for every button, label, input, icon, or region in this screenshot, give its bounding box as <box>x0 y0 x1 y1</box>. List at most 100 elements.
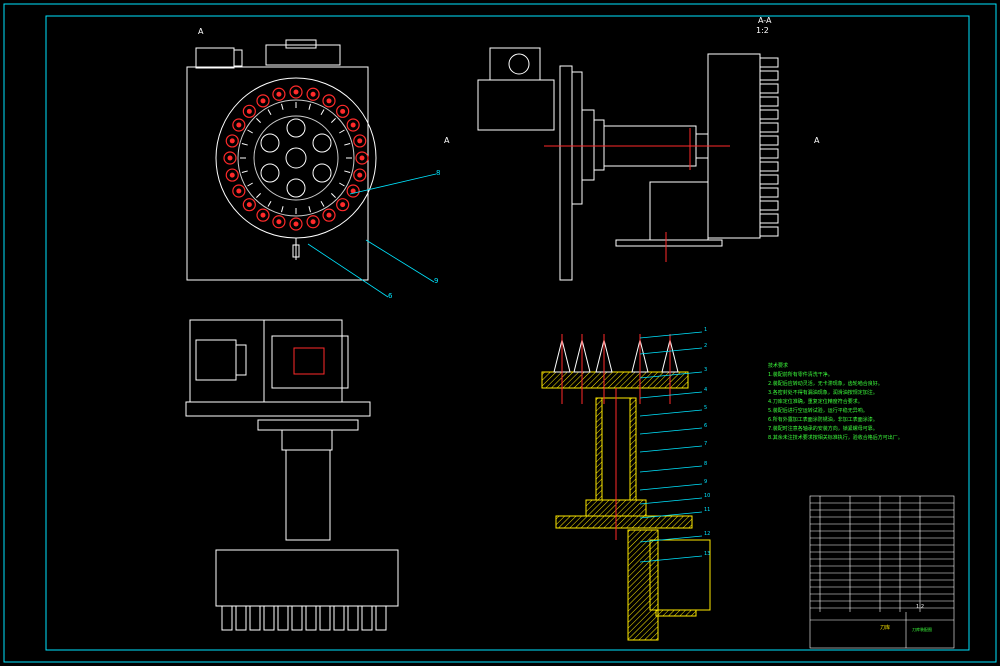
tool-holder <box>759 135 779 146</box>
section-leader <box>639 497 703 505</box>
tool-holder <box>759 200 779 211</box>
pocket-slot <box>267 109 272 115</box>
pocket-slot <box>241 170 248 173</box>
pocket-slot <box>281 103 284 110</box>
tool-holder <box>759 174 779 185</box>
pocket-slot <box>331 193 336 198</box>
note-line: 2.装配后应转动灵活，无卡滞现象，齿轮啮合良好。 <box>768 381 883 387</box>
tool-holder <box>759 96 779 107</box>
section-callout-number: 13 <box>704 551 711 557</box>
technical-notes: 技术要求 1.装配前所有零件清洗干净。 2.装配后应转动灵活，无卡滞现象，齿轮啮… <box>768 362 903 443</box>
tool-pocket-core <box>357 138 363 144</box>
section-callout-number: 8 <box>704 461 708 467</box>
section-view <box>541 371 711 641</box>
tool-holder <box>759 83 779 94</box>
tool-pocket-core <box>293 89 299 95</box>
section-leader <box>639 427 703 435</box>
tool-pocket-core <box>260 212 266 218</box>
tool-shank <box>249 605 261 631</box>
tool-pocket-core <box>340 202 346 208</box>
section-leader <box>639 409 703 417</box>
note-line: 1.装配前所有零件清洗干净。 <box>768 372 833 378</box>
tool-holder <box>759 70 779 81</box>
section-leader <box>639 483 703 491</box>
tool-holder <box>759 57 779 68</box>
title-block-scale: 1:2 <box>916 604 925 610</box>
section-callout-number: 6 <box>704 423 708 429</box>
pocket-slot <box>344 143 351 146</box>
tool-shank <box>361 605 373 631</box>
section-leader <box>639 331 703 339</box>
tool-pocket-core <box>260 98 266 104</box>
section-scale: 1:2 <box>756 26 769 35</box>
section-callout-number: 7 <box>704 441 708 447</box>
pocket-slot <box>256 118 261 123</box>
pocket-slot <box>247 129 253 134</box>
pocket-slot <box>281 206 284 213</box>
tool-shank <box>333 605 345 631</box>
section-callout-number: 2 <box>704 343 708 349</box>
cad-drawing-canvas <box>3 3 997 663</box>
section-callout-number: 10 <box>704 493 711 499</box>
note-line: 4.刀库定位准确，重复定位精度符合要求。 <box>768 399 863 405</box>
pocket-slot <box>241 143 248 146</box>
plan-callout-3: 6 <box>388 292 393 300</box>
tool-shank <box>235 605 247 631</box>
side-view <box>477 47 761 281</box>
tool-shank <box>305 605 317 631</box>
tool-pocket-core <box>359 155 365 161</box>
tool-pocket-core <box>229 172 235 178</box>
tool-pocket-core <box>229 138 235 144</box>
view-arrow-label-top: A <box>198 27 204 36</box>
view-arrow-label-right: A <box>444 136 450 145</box>
note-line: 7.装配时注意各轴承的安装方向，锁紧螺母可靠。 <box>768 426 878 432</box>
pocket-slot <box>344 170 351 173</box>
pocket-slot <box>308 206 311 213</box>
plan-callout-1: 8 <box>436 169 441 177</box>
pocket-slot <box>339 182 345 187</box>
plan-callout-2: 9 <box>434 277 439 285</box>
view-arrow-label-far: A <box>814 136 820 145</box>
tool-holder <box>759 226 779 237</box>
tool-shank <box>375 605 387 631</box>
section-callout-number: 5 <box>704 405 708 411</box>
tool-pocket-core <box>276 219 282 225</box>
tool-holder <box>759 213 779 224</box>
pocket-slot <box>320 109 325 115</box>
section-leader <box>639 347 703 355</box>
tool-pocket-core <box>326 98 332 104</box>
leader-lines <box>307 173 437 298</box>
pocket-slot <box>339 129 345 134</box>
tool-pocket-core <box>310 219 316 225</box>
tool-pocket-core <box>326 212 332 218</box>
inner-frame <box>45 15 970 651</box>
title-block-name: 刀库装配图 <box>912 627 932 632</box>
tool-shank <box>291 605 303 631</box>
pocket-slot <box>267 201 272 207</box>
section-leader <box>639 445 703 453</box>
tool-pocket-core <box>310 91 316 97</box>
tool-pocket-core <box>236 122 242 128</box>
pocket-slot <box>256 193 261 198</box>
tool-pocket-core <box>350 122 356 128</box>
tool-shank <box>221 605 233 631</box>
plan-view <box>186 39 377 281</box>
tool-pocket-core <box>246 108 252 114</box>
tool-holder <box>759 161 779 172</box>
title-block-title: 刀库 <box>880 625 891 631</box>
section-callout-number: 1 <box>704 327 708 333</box>
section-callout-number: 4 <box>704 387 708 393</box>
front-view <box>185 319 399 607</box>
tool-shank <box>263 605 275 631</box>
tool-holder <box>759 148 779 159</box>
section-title: A-A <box>758 16 772 25</box>
section-leader <box>639 391 703 399</box>
note-line: 3.各密封处不得有漏油现象，润滑油按规定加注。 <box>768 390 878 396</box>
note-line: 5.装配后进行空运转试验，运行平稳无异响。 <box>768 408 868 414</box>
notes-heading: 技术要求 <box>768 363 789 369</box>
tool-shank <box>347 605 359 631</box>
tool-holder <box>759 122 779 133</box>
section-callout-number: 9 <box>704 479 708 485</box>
section-callout-number: 3 <box>704 367 708 373</box>
tool-pocket-core <box>236 188 242 194</box>
